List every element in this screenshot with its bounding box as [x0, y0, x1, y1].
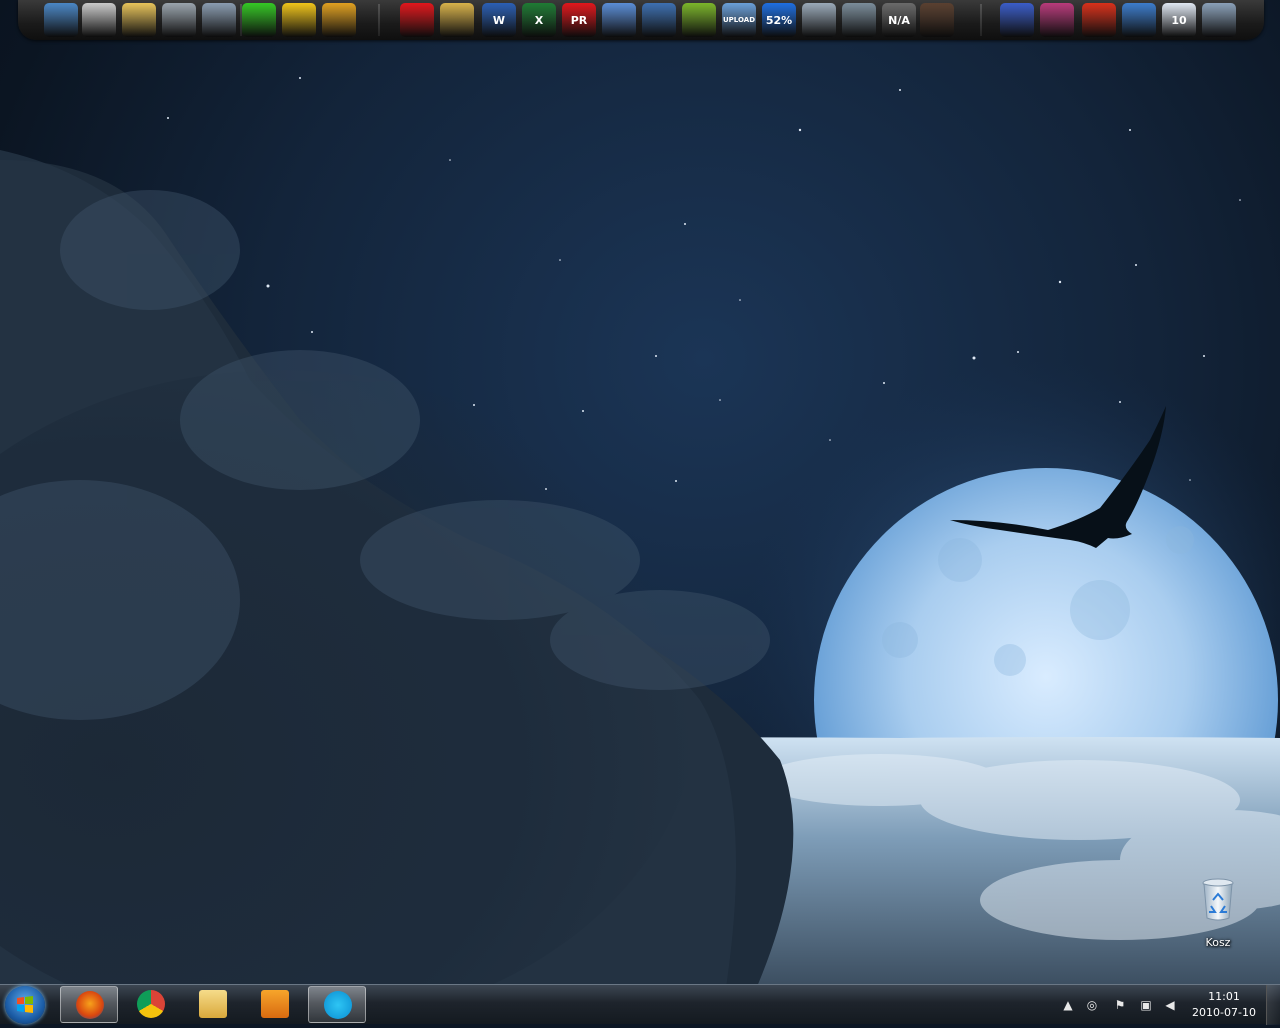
weather-gadget-label: N/A [888, 13, 910, 27]
skype-button[interactable] [308, 986, 366, 1023]
skype-icon [324, 991, 352, 1019]
clock-time: 11:01 [1208, 990, 1240, 1003]
network-status-icon[interactable]: ◎ [1084, 997, 1100, 1013]
media-player-icon[interactable] [842, 3, 876, 37]
clock[interactable]: 11:01 2010-07-10 [1184, 989, 1264, 1021]
clock-date: 2010-07-10 [1192, 1006, 1256, 1019]
action-center-flag-icon[interactable]: ⚑ [1112, 997, 1128, 1013]
cpu-meter-icon[interactable]: 52% [762, 3, 796, 37]
paint-splash-icon[interactable] [400, 3, 434, 37]
internet-globe-icon[interactable] [642, 3, 676, 37]
excel-icon[interactable]: X [522, 3, 556, 37]
archive-folder-icon[interactable] [440, 3, 474, 37]
pictures-folder-icon[interactable] [162, 3, 196, 37]
night-sky-moon-eagle-image [0, 77, 1280, 1024]
ccleaner-icon[interactable] [1082, 3, 1116, 37]
recycle-bin[interactable]: Kosz [1190, 878, 1246, 949]
foxit-reader-label: PR [570, 13, 588, 27]
computer-icon[interactable] [44, 3, 78, 37]
desktop-wallpaper [0, 0, 1280, 1024]
torrent-icon[interactable] [682, 3, 716, 37]
windows-logo-icon [17, 996, 33, 1013]
foxit-reader-icon[interactable]: PR [562, 3, 596, 37]
lightning-app-icon[interactable] [322, 3, 356, 37]
recycle-bin-icon [1202, 878, 1234, 921]
volume-icon[interactable]: ◀ [1162, 997, 1178, 1013]
firefox-button[interactable] [60, 986, 118, 1023]
show-desktop-button[interactable] [1266, 985, 1280, 1025]
upload-label: UPLOAD [722, 16, 756, 24]
settings-icon[interactable] [1122, 3, 1156, 37]
chrome-button[interactable] [122, 986, 180, 1023]
music-folder-icon[interactable] [202, 3, 236, 37]
recycle-bin-label: Kosz [1205, 936, 1231, 949]
media-player-button[interactable] [246, 986, 304, 1023]
mail-icon[interactable] [802, 3, 836, 37]
dock-separator [980, 4, 982, 36]
excel-label: X [534, 13, 544, 27]
chrome-icon [137, 990, 165, 1018]
recycle-dock-icon[interactable] [1202, 3, 1236, 37]
meter-icon[interactable] [242, 3, 276, 37]
word-icon[interactable]: W [482, 3, 516, 37]
word-label: W [492, 13, 506, 27]
media-player-icon [261, 990, 289, 1018]
taskbar: ▲ ◎ ⚑ ▣ ◀ 11:01 2010-07-10 [0, 984, 1280, 1025]
tools-icon[interactable] [282, 3, 316, 37]
calendar-label: 10 [1171, 13, 1187, 27]
cpu-meter-label: 52% [765, 13, 793, 27]
save-disk-icon[interactable] [1000, 3, 1034, 37]
dock-separator [378, 4, 380, 36]
winrar-icon[interactable] [1040, 3, 1074, 37]
notepad-icon[interactable] [602, 3, 636, 37]
downloads-folder-icon[interactable] [122, 3, 156, 37]
calendar-icon[interactable]: 10 [1162, 3, 1196, 37]
start-button[interactable] [5, 986, 45, 1024]
firefox-icon [76, 991, 104, 1019]
network-icon[interactable]: ▣ [1138, 997, 1154, 1013]
documents-icon[interactable] [82, 3, 116, 37]
folder-icon [199, 990, 227, 1018]
weather-gadget-icon[interactable]: N/A [882, 3, 916, 37]
show-hidden-icons-icon[interactable]: ▲ [1060, 997, 1076, 1013]
explorer-button[interactable] [184, 986, 242, 1023]
user-photo-icon[interactable] [920, 3, 954, 37]
upload-icon[interactable]: UPLOAD [722, 3, 756, 37]
